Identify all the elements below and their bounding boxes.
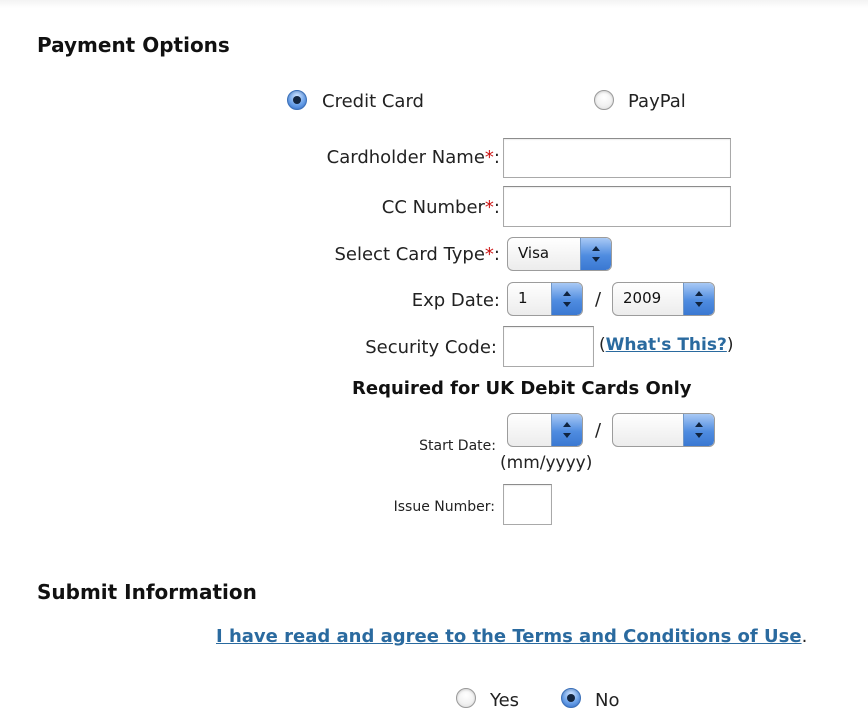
label-colon: : xyxy=(493,147,500,168)
start-year-select[interactable] xyxy=(612,413,715,447)
whats-this-link[interactable]: What's This? xyxy=(606,335,727,355)
security-code-label: Security Code: xyxy=(365,337,497,358)
cardholder-name-input[interactable] xyxy=(503,138,731,178)
exp-year-value: 2009 xyxy=(623,289,662,307)
required-marker: * xyxy=(484,197,494,218)
required-marker: * xyxy=(484,244,494,265)
select-arrows-icon xyxy=(551,414,582,446)
card-type-select[interactable]: Visa xyxy=(507,237,612,271)
card-type-value: Visa xyxy=(518,244,550,262)
uk-debit-heading: Required for UK Debit Cards Only xyxy=(352,378,692,399)
exp-month-select[interactable]: 1 xyxy=(507,282,583,316)
terms-link[interactable]: I have read and agree to the Terms and C… xyxy=(216,626,802,647)
help-close-paren: ) xyxy=(726,335,734,355)
agree-no-radio[interactable] xyxy=(561,688,581,708)
select-arrows-icon xyxy=(683,283,714,315)
terms-period: . xyxy=(801,626,808,647)
exp-date-label: Exp Date: xyxy=(411,290,500,311)
issue-number-label: Issue Number: xyxy=(393,499,495,515)
terms-row: I have read and agree to the Terms and C… xyxy=(216,626,807,647)
card-type-label: Select Card Type*: xyxy=(334,244,500,265)
date-format-hint: (mm/yyyy) xyxy=(500,453,593,473)
help-open-paren: ( xyxy=(599,335,606,355)
security-code-help: (What's This?) xyxy=(599,335,733,355)
agree-yes-label[interactable]: Yes xyxy=(490,690,519,711)
top-divider xyxy=(0,0,868,8)
label-colon: : xyxy=(493,244,500,265)
credit-card-radio[interactable] xyxy=(287,90,307,110)
credit-card-label[interactable]: Credit Card xyxy=(322,91,424,112)
start-month-select[interactable] xyxy=(507,413,583,447)
select-arrows-icon xyxy=(580,238,611,270)
start-date-label: Start Date: xyxy=(419,438,496,454)
paypal-label[interactable]: PayPal xyxy=(628,91,686,112)
cardholder-name-label-text: Cardholder Name xyxy=(326,147,485,168)
agree-no-label[interactable]: No xyxy=(595,690,619,711)
label-colon: : xyxy=(493,197,500,218)
cc-number-label-text: CC Number xyxy=(381,197,485,218)
exp-year-select[interactable]: 2009 xyxy=(612,282,715,316)
agree-yes-radio[interactable] xyxy=(456,688,476,708)
start-date-separator: / xyxy=(595,420,602,441)
cc-number-input[interactable] xyxy=(503,186,731,227)
submit-information-title: Submit Information xyxy=(37,580,257,604)
payment-options-title: Payment Options xyxy=(37,33,230,57)
required-marker: * xyxy=(484,147,494,168)
select-arrows-icon xyxy=(551,283,582,315)
issue-number-input[interactable] xyxy=(503,484,552,525)
paypal-radio[interactable] xyxy=(594,90,614,110)
card-type-label-text: Select Card Type xyxy=(334,244,485,265)
exp-date-separator: / xyxy=(595,289,602,310)
security-code-input[interactable] xyxy=(503,326,594,367)
cardholder-name-label: Cardholder Name*: xyxy=(327,147,500,168)
cc-number-label: CC Number*: xyxy=(382,197,500,218)
exp-month-value: 1 xyxy=(518,289,528,307)
select-arrows-icon xyxy=(683,414,714,446)
